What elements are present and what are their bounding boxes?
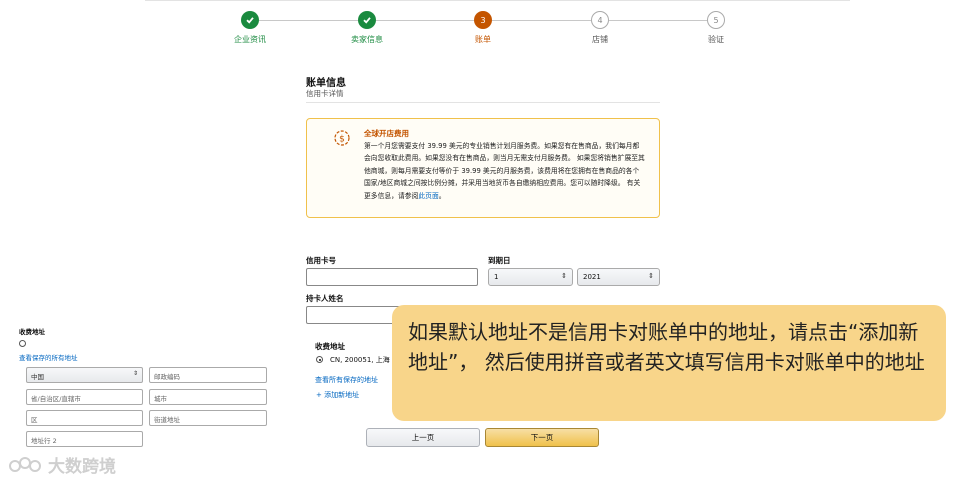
watermark-text: 大数跨境 [48, 457, 116, 477]
callout-text: 如果默认地址不是信用卡对账单中的地址，请点击“添加新地址”， 然后使用拼音或者英… [408, 320, 925, 374]
expiry-year-value: 2021 [583, 273, 601, 281]
card-number-input[interactable] [306, 268, 478, 286]
notice-body: 第一个月您需要支付 39.99 美元的专业销售计划月服务费。如果您有在售商品，我… [364, 140, 646, 202]
country-select[interactable]: 中国 ⇕ [26, 367, 143, 383]
step-2-check-icon [358, 11, 376, 29]
page-title: 账单信息 [306, 78, 346, 89]
step-connector [609, 20, 707, 21]
section-divider [306, 102, 660, 103]
step-connector [259, 20, 358, 21]
step-5-label: 验证 [708, 35, 724, 44]
cardholder-label: 持卡人姓名 [306, 294, 344, 303]
street-input[interactable]: 街道地址 [149, 410, 267, 426]
step-2-label: 卖家信息 [351, 35, 383, 44]
page-subtitle: 信用卡详情 [306, 89, 344, 98]
next-button[interactable]: 下一页 [485, 428, 599, 447]
step-connector [376, 20, 474, 21]
watermark: 大数跨境 [8, 452, 116, 477]
province-input[interactable]: 省/自治区/直辖市 [26, 389, 143, 405]
step-connector [492, 20, 591, 21]
billing-address-label: 收费地址 [315, 342, 345, 351]
expiry-month-select[interactable]: 1 ⇕ [488, 268, 573, 286]
instruction-callout: 如果默认地址不是信用卡对账单中的地址，请点击“添加新地址”， 然后使用拼音或者英… [392, 305, 946, 421]
add-new-address-link[interactable]: + 添加新地址 [316, 390, 359, 400]
fee-notice: $ 全球开店费用 第一个月您需要支付 39.99 美元的专业销售计划月服务费。如… [306, 118, 660, 218]
watermark-logo-icon [9, 456, 41, 472]
card-number-label: 信用卡号 [306, 256, 336, 265]
mini-billing-address-label: 收费地址 [19, 328, 45, 336]
select-arrows-icon: ⇕ [561, 272, 567, 280]
notice-title: 全球开店费用 [364, 129, 409, 138]
step-1-check-icon [241, 11, 259, 29]
step-1-label: 企业资讯 [234, 35, 266, 44]
city-input[interactable]: 城市 [149, 389, 267, 405]
step-3-label: 账单 [475, 35, 491, 44]
select-arrows-icon: ⇕ [648, 272, 654, 280]
notice-link[interactable]: 此页面 [418, 192, 438, 200]
country-value: 中国 [31, 373, 44, 381]
notice-end: 。 [438, 191, 446, 200]
district-input[interactable]: 区 [26, 410, 143, 426]
postcode-input[interactable]: 邮政编码 [149, 367, 267, 383]
step-3-number: 3 [474, 11, 492, 29]
notice-text: 第一个月您需要支付 39.99 美元的专业销售计划月服务费。如果您有在售商品，我… [364, 142, 645, 200]
currency-exchange-icon: $ [333, 129, 350, 146]
top-divider [145, 0, 850, 1]
step-5-number: 5 [707, 11, 725, 29]
address-option-text: CN, 200051, 上海 [330, 356, 390, 364]
prev-button[interactable]: 上一页 [366, 428, 480, 447]
expiry-month-value: 1 [494, 273, 499, 281]
view-saved-addresses-link[interactable]: 查看所有保存的地址 [315, 375, 378, 385]
mini-address-radio[interactable] [19, 340, 26, 347]
mini-saved-addresses-link[interactable]: 查看保存的所有地址 [19, 352, 78, 362]
expiry-year-select[interactable]: 2021 ⇕ [577, 268, 660, 286]
address-radio[interactable] [316, 356, 323, 363]
expiry-label: 到期日 [488, 256, 511, 265]
svg-text:$: $ [339, 134, 345, 144]
step-4-label: 店铺 [592, 35, 608, 44]
step-4-number: 4 [591, 11, 609, 29]
select-arrows-icon: ⇕ [132, 370, 138, 377]
address-line2-input[interactable]: 地址行 2 [26, 431, 143, 447]
